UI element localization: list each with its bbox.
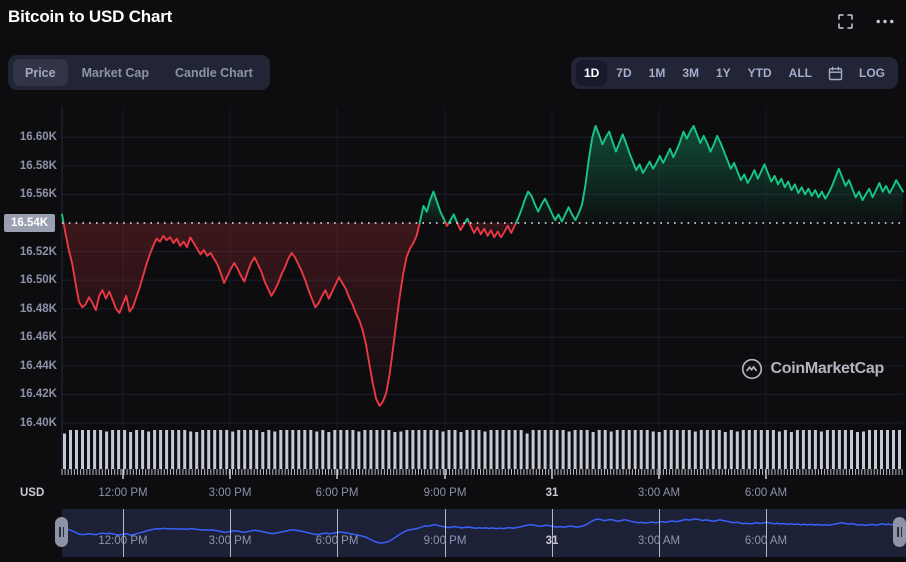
currency-label: USD <box>20 487 45 499</box>
range-all[interactable]: ALL <box>781 60 820 86</box>
x-axis-tick-label: 6:00 AM <box>744 487 788 499</box>
x-axis-tick-label: 6:00 PM <box>315 487 359 499</box>
navigator-band[interactable]: 12:00 PM 3:00 PM 6:00 PM 9:00 PM 31 3:00 AM 6:… <box>62 509 906 557</box>
header-actions <box>834 10 896 32</box>
range-label: 7D <box>616 66 632 80</box>
range-label: YTD <box>747 66 772 80</box>
range-label: 1M <box>648 66 666 80</box>
x-axis-ruler <box>61 469 903 479</box>
navigator-tick <box>552 509 553 557</box>
range-3m[interactable]: 3M <box>674 60 707 86</box>
navigator-tick <box>766 509 767 557</box>
more-options-icon[interactable] <box>874 10 896 32</box>
navigator-tick <box>659 509 660 557</box>
x-axis-tick-label: 31 <box>545 487 559 499</box>
navigator-line-svg <box>62 518 906 544</box>
x-axis-tick-label: 9:00 PM <box>423 487 467 499</box>
range-calendar-button[interactable] <box>821 60 850 86</box>
tab-label: Price <box>25 65 56 80</box>
range-1y[interactable]: 1Y <box>708 60 739 86</box>
chart-header: Bitcoin to USD Chart <box>0 0 906 44</box>
navigator-tick <box>445 509 446 557</box>
calendar-icon <box>828 66 843 80</box>
navigator-tick-label: 3:00 PM <box>208 535 252 547</box>
navigator-handle-left[interactable] <box>55 517 68 547</box>
price-chart-plot: 16.60K 16.58K 16.56K 16.52K 16.50K 16.48K 16.4… <box>0 103 906 475</box>
x-axis-tick-label: 12:00 PM <box>98 487 148 499</box>
range-1d[interactable]: 1D <box>575 60 608 86</box>
tab-candle-chart[interactable]: Candle Chart <box>163 59 265 86</box>
watermark-label: CoinMarketCap <box>770 360 885 377</box>
current-price-badge: 16.54K <box>4 214 56 232</box>
range-ytd[interactable]: YTD <box>740 60 780 86</box>
navigator-tick-label: 12:00 PM <box>98 535 148 547</box>
navigator-tick <box>123 509 124 557</box>
range-label: ALL <box>788 66 812 80</box>
range-7d[interactable]: 7D <box>608 60 639 86</box>
tab-price[interactable]: Price <box>13 59 68 86</box>
navigator-tick-label: 3:00 AM <box>637 535 681 547</box>
range-label: 3M <box>682 66 699 80</box>
time-range-selector: 1D 7D 1M 3M 1Y YTD ALL LOG <box>570 57 898 89</box>
navigator-tick <box>337 509 338 557</box>
x-axis: USD 12:00 PM 3:00 PM 6:00 PM 9:00 PM 31 3:00 … <box>0 469 906 507</box>
range-1m[interactable]: 1M <box>641 60 674 86</box>
navigator-tick-label: 31 <box>545 535 559 547</box>
tab-market-cap[interactable]: Market Cap <box>70 59 161 86</box>
navigator-tick-label: 6:00 AM <box>744 535 788 547</box>
price-line-svg <box>61 107 904 475</box>
navigator-tick <box>230 509 231 557</box>
tab-label: Candle Chart <box>174 65 253 80</box>
coinmarketcap-watermark: CoinMarketCap <box>741 358 884 380</box>
chart-type-tabs: Price Market Cap Candle Chart <box>8 55 270 90</box>
coinmarketcap-logo-icon <box>741 358 762 380</box>
range-label: 1D <box>583 66 600 80</box>
page-title: Bitcoin to USD Chart <box>8 7 173 26</box>
navigator-tick-label: 6:00 PM <box>315 535 359 547</box>
x-axis-tick-label: 3:00 PM <box>208 487 252 499</box>
fullscreen-icon[interactable] <box>834 10 856 32</box>
range-navigator[interactable]: 12:00 PM 3:00 PM 6:00 PM 9:00 PM 31 3:00 AM 6:… <box>0 509 906 557</box>
range-label: 1Y <box>715 66 731 80</box>
range-label: LOG <box>859 66 885 80</box>
tab-label: Market Cap <box>81 65 149 80</box>
x-axis-tick-label: 3:00 AM <box>637 487 681 499</box>
range-log[interactable]: LOG <box>851 60 893 86</box>
navigator-handle-right[interactable] <box>893 517 906 547</box>
navigator-tick-label: 9:00 PM <box>423 535 467 547</box>
